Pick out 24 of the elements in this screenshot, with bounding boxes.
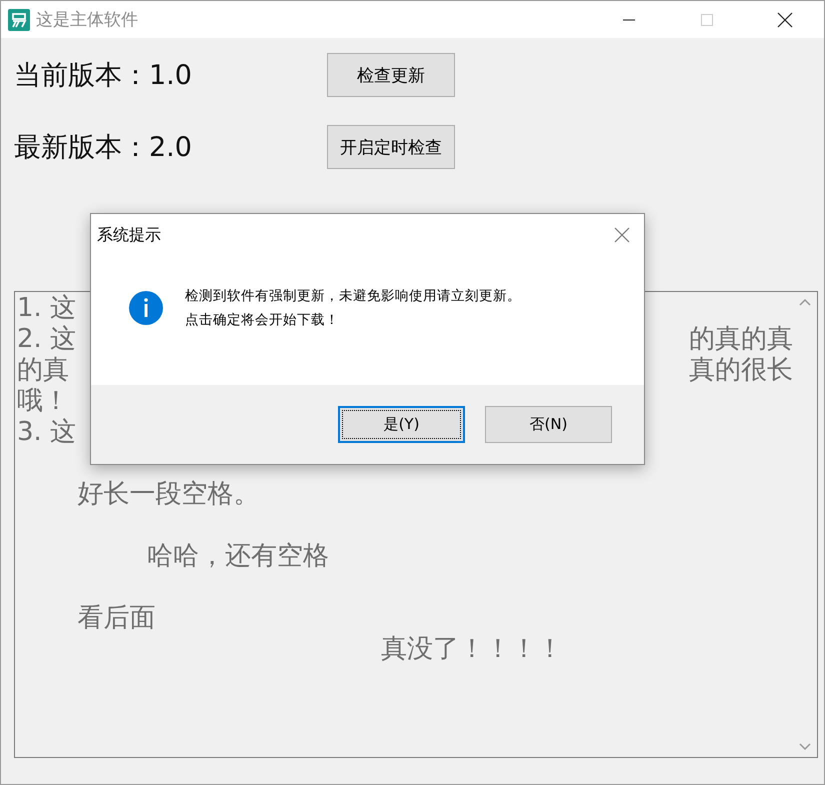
scroll-up-icon[interactable] bbox=[799, 298, 811, 306]
no-button[interactable]: 否(N) bbox=[485, 406, 612, 443]
text-line: 2. 这 bbox=[17, 324, 76, 355]
version-label: 当前版本：1.0 bbox=[14, 59, 193, 93]
version-label: 最新版本：2.0 bbox=[14, 131, 193, 165]
text-line: 哈哈，还有空格 bbox=[146, 541, 329, 572]
scroll-down-icon[interactable] bbox=[799, 743, 811, 751]
check-update-button[interactable]: 检查更新 bbox=[327, 53, 455, 97]
app-icon bbox=[8, 8, 30, 30]
dialog-message: 点击确定将会开始下载！ bbox=[185, 311, 340, 330]
info-icon bbox=[129, 291, 163, 325]
text-line: 看后面 bbox=[76, 603, 156, 634]
text-line: 真的很长 bbox=[689, 355, 793, 386]
text-line: 好长一段空格。 bbox=[76, 479, 260, 510]
timer-check-button[interactable]: 开启定时检查 bbox=[327, 125, 455, 169]
window-title: 这是主体软件 bbox=[36, 9, 138, 31]
text-line: 的真 bbox=[17, 355, 69, 386]
text-line: 真没了！！！！ bbox=[380, 634, 563, 665]
text-line: 哦！ bbox=[17, 386, 69, 417]
text-line: 1. 这 bbox=[17, 293, 76, 324]
text-line: 3. 这 bbox=[17, 417, 76, 448]
yes-button[interactable]: 是(Y) bbox=[338, 406, 465, 443]
dialog-title: 系统提示 bbox=[97, 224, 161, 246]
text-line: 的真的真 bbox=[689, 324, 793, 355]
